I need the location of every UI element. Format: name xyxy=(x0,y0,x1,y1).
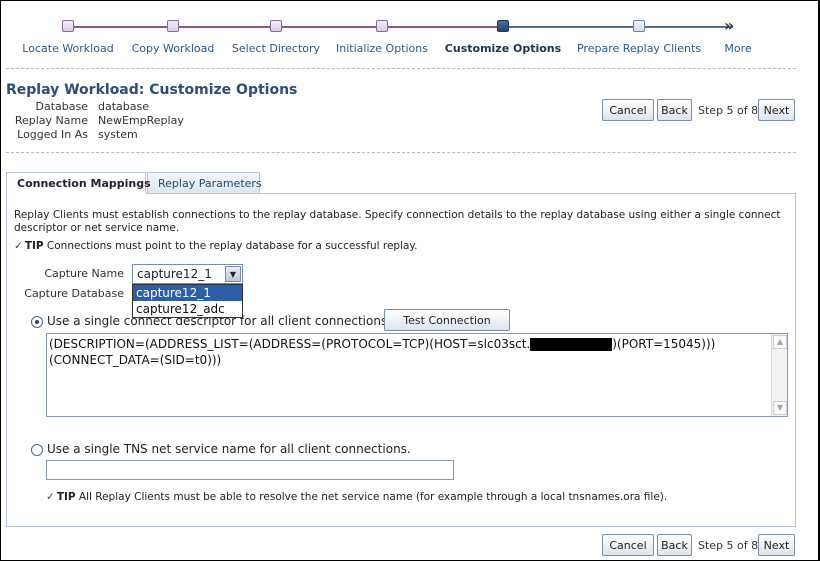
capture-name-select[interactable]: capture12_1 ▼ xyxy=(132,264,243,284)
train-label-prepare-replay-clients: Prepare Replay Clients xyxy=(576,42,702,55)
logged-in-value: system xyxy=(98,128,138,141)
scroll-up-icon[interactable]: ▲ xyxy=(773,335,787,349)
database-value: database xyxy=(98,100,149,113)
descriptor-part2: )(PORT=15045))) xyxy=(612,337,716,351)
tip-text: Connections must point to the replay dat… xyxy=(46,240,418,252)
train-stop-select-directory[interactable] xyxy=(270,20,282,32)
capture-database-label: Capture Database xyxy=(24,287,124,300)
train-label-more[interactable]: More xyxy=(724,42,751,55)
scroll-down-icon[interactable]: ▼ xyxy=(773,401,787,415)
tns-name-input[interactable] xyxy=(46,460,454,480)
logged-in-label: Logged In As xyxy=(17,128,88,141)
divider xyxy=(6,152,796,153)
tip-prefix: TIP xyxy=(56,491,76,503)
redacted-host xyxy=(530,338,613,351)
capture-name-dropdown: capture12_1 capture12_adc xyxy=(132,284,243,318)
back-button[interactable]: Back xyxy=(657,99,692,121)
train-label-initialize-options[interactable]: Initialize Options xyxy=(336,42,428,55)
tip-connections: ✓ TIP Connections must point to the repla… xyxy=(14,240,418,252)
double-chevron-right-icon: » xyxy=(724,16,735,35)
descriptor-line2: (CONNECT_DATA=(SID=t0))) xyxy=(49,353,222,367)
step-indicator-bottom: Step 5 of 8 xyxy=(698,539,759,552)
train-stop-customize-options xyxy=(497,20,509,32)
step-indicator: Step 5 of 8 xyxy=(698,104,759,117)
tns-name-radio[interactable] xyxy=(31,444,43,456)
descriptor-part1: (DESCRIPTION=(ADDRESS_LIST=(ADDRESS=(PRO… xyxy=(49,337,531,351)
train-label-locate-workload[interactable]: Locate Workload xyxy=(22,42,113,55)
replay-name-label: Replay Name xyxy=(14,114,88,127)
train-stop-initialize-options[interactable] xyxy=(376,20,388,32)
capture-name-value: capture12_1 xyxy=(137,267,212,281)
database-label: Database xyxy=(35,100,89,113)
train-stop-locate-workload[interactable] xyxy=(62,20,74,32)
train-line-future xyxy=(504,26,731,27)
tip-text: All Replay Clients must be able to resol… xyxy=(78,491,668,503)
tab-connection-mappings[interactable]: Connection Mappings xyxy=(6,172,151,194)
cancel-button-bottom[interactable]: Cancel xyxy=(602,534,654,556)
check-icon: ✓ xyxy=(14,240,23,252)
dropdown-option[interactable]: capture12_1 xyxy=(133,285,242,301)
chevron-down-icon[interactable]: ▼ xyxy=(225,266,241,282)
capture-name-label: Capture Name xyxy=(44,267,124,280)
next-button[interactable]: Next xyxy=(758,99,795,121)
tip-net-service: ✓ TIP All Replay Clients must be able to … xyxy=(46,491,667,503)
tip-prefix: TIP xyxy=(24,240,44,252)
train-label-copy-workload[interactable]: Copy Workload xyxy=(132,42,215,55)
divider xyxy=(6,68,796,69)
train-stop-prepare-replay-clients xyxy=(633,20,645,32)
train-label-select-directory[interactable]: Select Directory xyxy=(232,42,320,55)
connect-descriptor-radio[interactable] xyxy=(31,316,43,328)
tab-replay-parameters[interactable]: Replay Parameters xyxy=(147,172,262,194)
connect-descriptor-textarea[interactable]: (DESCRIPTION=(ADDRESS_LIST=(ADDRESS=(PRO… xyxy=(46,333,788,417)
replay-name-value: NewEmpReplay xyxy=(98,114,184,127)
check-icon: ✓ xyxy=(46,491,55,503)
tns-name-label: Use a single TNS net service name for al… xyxy=(47,442,411,456)
dropdown-option[interactable]: capture12_adc xyxy=(133,301,242,317)
description-text: Replay Clients must establish connection… xyxy=(14,209,781,234)
train-label-customize-options: Customize Options xyxy=(444,42,562,55)
train-stop-copy-workload[interactable] xyxy=(167,20,179,32)
cancel-button[interactable]: Cancel xyxy=(602,99,654,121)
next-button-bottom[interactable]: Next xyxy=(758,534,795,556)
textarea-scrollbar[interactable]: ▲ ▼ xyxy=(771,334,787,416)
page-title: Replay Workload: Customize Options xyxy=(6,82,298,98)
test-connection-button[interactable]: Test Connection xyxy=(384,309,510,331)
back-button-bottom[interactable]: Back xyxy=(657,534,692,556)
